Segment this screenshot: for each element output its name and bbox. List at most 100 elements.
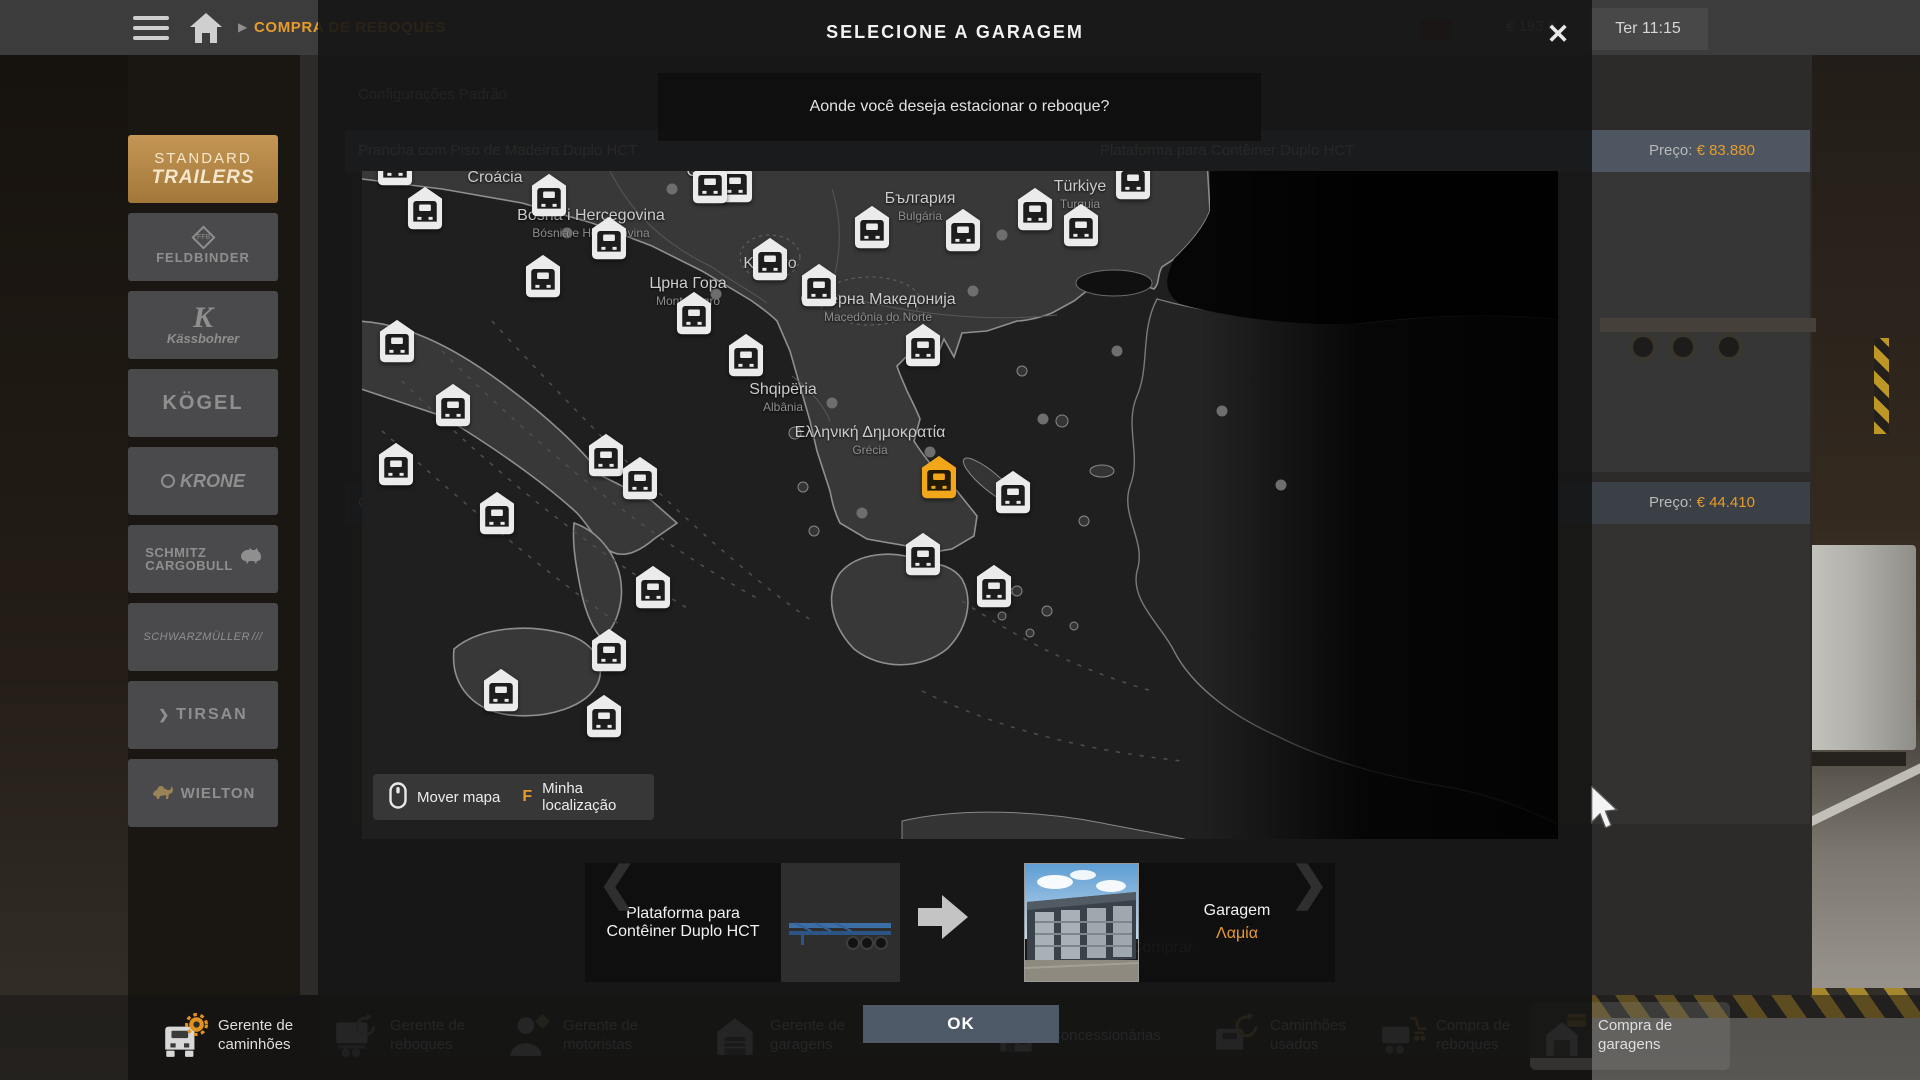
garage-icon[interactable] <box>375 171 415 188</box>
map-city-dot <box>1217 406 1228 417</box>
garage-city: Λαμία <box>1216 925 1258 943</box>
trailer-silhouette <box>1600 318 1816 332</box>
garage-icon[interactable] <box>584 693 624 740</box>
brand-sidebar: STANDARDTRAILERS FFBFELDBINDER KKässbohrer… <box>128 135 278 837</box>
brand-label-line: WIELTON <box>181 785 256 802</box>
dialog-question: Aonde você deseja estacionar o reboque? <box>658 73 1261 141</box>
garage-scene-left <box>0 55 128 1080</box>
hazard-pole <box>1874 338 1889 434</box>
schmitz-logo-row: SCHMITZCARGOBULL <box>145 546 261 572</box>
camel-icon <box>151 782 175 805</box>
price-label: Preço: € 83.880 <box>1592 142 1812 159</box>
garage-icon[interactable] <box>674 290 714 337</box>
map-city-dot <box>968 286 979 297</box>
garage-icon[interactable] <box>377 318 417 365</box>
garage-icon[interactable] <box>433 382 473 429</box>
trailer-wheel <box>1668 332 1698 362</box>
wielton-logo-row: WIELTON <box>151 782 256 805</box>
brand-label: SCHMITZCARGOBULL <box>145 546 233 572</box>
brand-label-line: KÖGEL <box>162 392 243 415</box>
select-garage-dialog: SELECIONE A GARAGEM ✕ Aonde você deseja … <box>318 0 1592 1058</box>
garage-icon[interactable] <box>481 667 521 714</box>
brand-label-line: TRAILERS <box>152 167 255 189</box>
keyboard-key-f: F <box>522 788 532 806</box>
garage-icon[interactable] <box>523 253 563 300</box>
brand-label-line: TIRSAN <box>158 706 247 724</box>
garage-label: Garagem <box>1204 902 1271 920</box>
menu-icon[interactable] <box>133 16 169 40</box>
sidebar-item-schwarzmuller[interactable]: SCHWARZMÜLLER <box>128 603 278 671</box>
garage-icon[interactable] <box>589 215 629 262</box>
price-label: Preço: € 44.410 <box>1592 494 1812 511</box>
garage-icon-selected[interactable] <box>919 454 959 501</box>
garage-icon[interactable] <box>376 441 416 488</box>
garage-icon[interactable] <box>750 236 790 283</box>
sidebar-item-standard-trailers[interactable]: STANDARDTRAILERS <box>128 135 278 203</box>
garage-icon[interactable] <box>903 531 943 578</box>
garage-icon[interactable] <box>943 207 983 254</box>
map-city-dot <box>997 230 1008 241</box>
garage-icon[interactable] <box>690 171 730 206</box>
arrow-right-icon <box>914 892 972 947</box>
price-value: € 44.410 <box>1697 494 1755 511</box>
trailer-wheel <box>1628 332 1658 362</box>
truckgear-icon <box>160 1012 208 1060</box>
brand-label-line: Kässbohrer <box>167 331 239 346</box>
chevron-left-icon[interactable]: ❮ <box>598 856 637 910</box>
sidebar-item-kogel[interactable]: KÖGEL <box>128 369 278 437</box>
toolbar-item-label: Gerente de caminhões <box>218 1017 330 1055</box>
garage-icon[interactable] <box>974 563 1014 610</box>
kassbohrer-logo-icon: K <box>193 305 213 331</box>
sidebar-item-tirsan[interactable]: TIRSAN <box>128 681 278 749</box>
brand-label-line: SCHWARZMÜLLER <box>143 631 262 643</box>
garage-icon[interactable] <box>799 262 839 309</box>
garage-icon[interactable] <box>726 332 766 379</box>
map-legend: Mover mapa F Minha localização <box>373 774 654 820</box>
garage-icon[interactable] <box>405 185 445 232</box>
ets2-screen: Configurações Padrão Prancha com Piso de… <box>0 0 1920 1080</box>
garage-icon[interactable] <box>903 322 943 369</box>
garage-photo <box>1024 863 1139 982</box>
breadcrumb-arrow-icon: ▶ <box>238 20 247 34</box>
brand-label-line: CARGOBULL <box>145 559 233 572</box>
trailer-thumbnail <box>781 863 900 982</box>
mouse-icon <box>389 782 407 813</box>
map-city-dot <box>827 398 838 409</box>
legend-move-label: Mover mapa <box>417 789 500 806</box>
garage-icon[interactable] <box>477 490 517 537</box>
map-city-dot <box>562 228 573 239</box>
bull-icon <box>239 548 261 571</box>
price-value: € 83.880 <box>1697 142 1755 159</box>
close-icon[interactable]: ✕ <box>1538 14 1578 54</box>
dialog-title: SELECIONE A GARAGEM <box>318 22 1592 43</box>
brand-label-line: STANDARD <box>154 150 251 167</box>
garage-icon[interactable] <box>993 469 1033 516</box>
sidebar-item-kassbohrer[interactable]: KKässbohrer <box>128 291 278 359</box>
garage-icon[interactable] <box>1061 202 1101 249</box>
sidebar-item-wielton[interactable]: WIELTON <box>128 759 278 827</box>
sidebar-item-krone[interactable]: KRONE <box>128 447 278 515</box>
home-icon[interactable] <box>188 11 224 45</box>
garage-icon[interactable] <box>633 564 673 611</box>
garage-icon[interactable] <box>852 204 892 251</box>
feldbinder-logo-icon: FFB <box>191 225 215 249</box>
ok-button[interactable]: OK <box>863 1005 1059 1043</box>
sidebar-item-schmitz[interactable]: SCHMITZCARGOBULL <box>128 525 278 593</box>
sidebar-item-feldbinder[interactable]: FFBFELDBINDER <box>128 213 278 281</box>
garage-icon[interactable] <box>529 172 569 219</box>
map-city-dot <box>1038 414 1049 425</box>
garage-map[interactable]: Mover mapa F Minha localização СрбијаSér… <box>362 171 1558 839</box>
garage-icon[interactable] <box>1113 171 1153 202</box>
garage-icon[interactable] <box>1015 186 1055 233</box>
map-city-dot <box>857 508 868 519</box>
brand-label: WIELTON <box>181 785 256 802</box>
krone-ring-icon <box>161 474 175 488</box>
legend-location-label: Minha localização <box>542 780 638 815</box>
map-city-dot <box>667 184 678 195</box>
map-city-dot <box>1276 480 1287 491</box>
brand-label-line: KRONE <box>161 471 245 492</box>
garage-icon[interactable] <box>589 627 629 674</box>
garage-icon[interactable] <box>620 455 660 502</box>
brand-label-line: FELDBINDER <box>156 250 250 265</box>
chevron-right-icon[interactable]: ❯ <box>1290 856 1329 910</box>
